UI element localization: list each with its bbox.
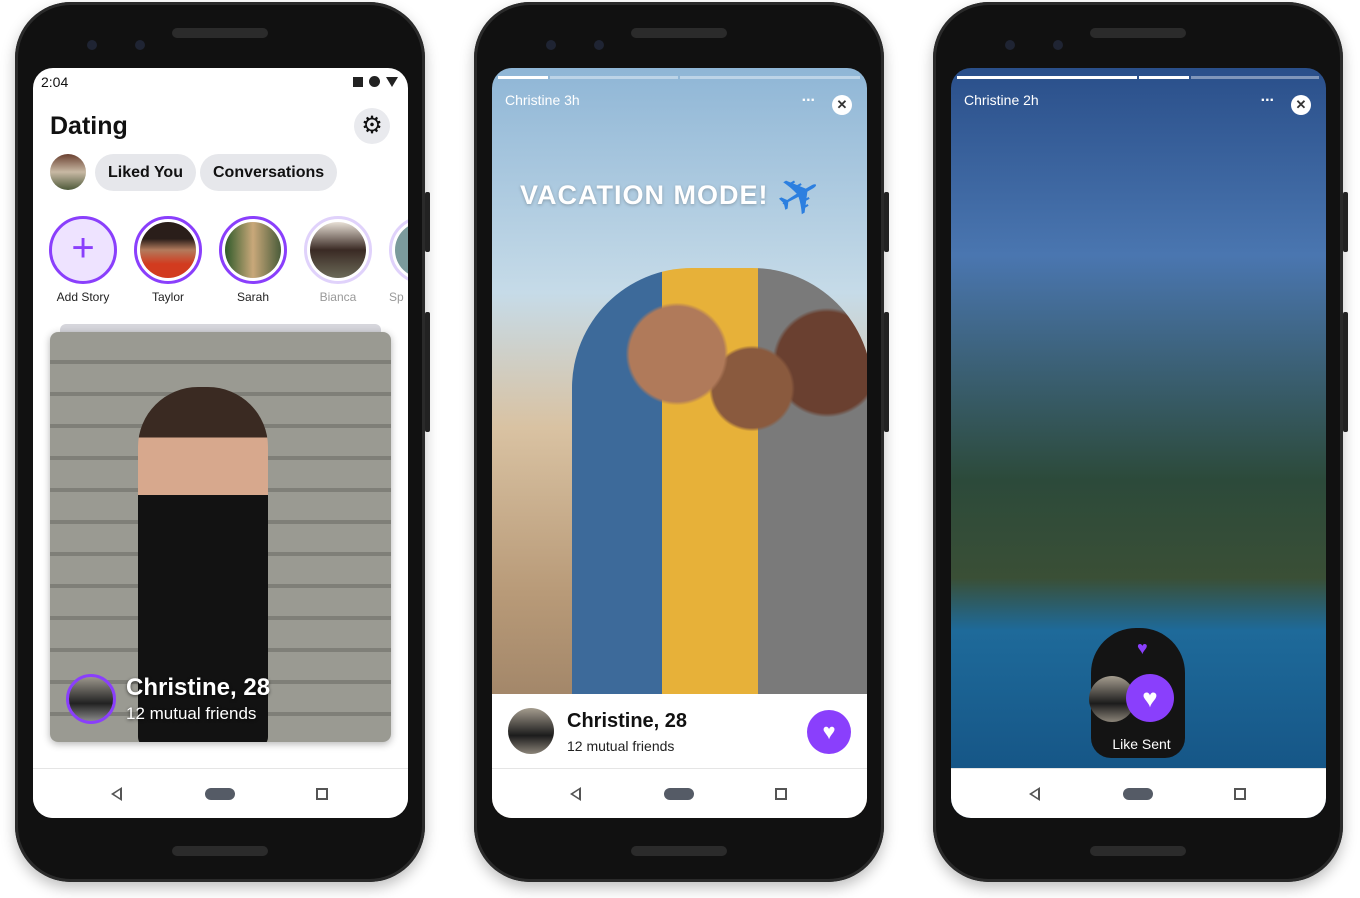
power-button: [1343, 192, 1348, 252]
more-icon[interactable]: ...: [1261, 88, 1274, 106]
home-icon[interactable]: [1123, 788, 1153, 800]
tab-conversations[interactable]: Conversations: [200, 154, 338, 191]
nav-bar: [951, 768, 1326, 818]
sensor: [546, 40, 556, 50]
volume-button: [1343, 312, 1348, 432]
avatar: [310, 222, 366, 278]
phone-dating-home: 2:04 Dating ⚙ Liked You Conversations + …: [15, 2, 430, 882]
profile-bar[interactable]: Christine, 28 12 mutual friends ♥: [492, 694, 867, 768]
power-button: [884, 192, 889, 252]
gear-icon[interactable]: ⚙: [354, 108, 390, 144]
story-sarah[interactable]: Sarah: [219, 216, 287, 304]
airplane-icon: ✈: [765, 158, 835, 234]
story-progress: [957, 76, 1137, 79]
story-label: Taylor: [151, 290, 184, 304]
story-progress: [680, 76, 860, 79]
recents-icon[interactable]: [775, 788, 787, 800]
phone-story-like-sent: Christine 2h ... ✕ ♥ ♥ Like Sent: [933, 2, 1348, 882]
story-partial[interactable]: Sp: [389, 216, 408, 304]
signal-icon: [369, 76, 380, 87]
mutual-friends: 12 mutual friends: [567, 738, 675, 754]
story-label: Sp: [389, 290, 404, 304]
recents-icon[interactable]: [1234, 788, 1246, 800]
home-icon[interactable]: [664, 788, 694, 800]
story-screen: Christine 3h ... ✕ VACATION MODE! ✈ Chri…: [492, 68, 867, 818]
speaker: [1090, 28, 1186, 38]
status-icons: [353, 76, 398, 87]
story-progress: [1139, 76, 1189, 79]
speaker: [172, 846, 268, 856]
speaker: [172, 28, 268, 38]
back-icon[interactable]: [1029, 787, 1040, 801]
speaker: [631, 846, 727, 856]
card-mutual-friends: 12 mutual friends: [126, 704, 257, 723]
profile-name: Christine, 28: [567, 710, 688, 732]
plus-icon: +: [49, 216, 117, 284]
more-icon[interactable]: ...: [802, 88, 815, 106]
like-sent-toast: Like Sent: [1112, 736, 1171, 752]
story-progress: [498, 76, 548, 79]
front-camera: [1053, 40, 1063, 50]
nav-bar: [492, 768, 867, 818]
speaker: [631, 28, 727, 38]
story-author: Christine 3h: [505, 92, 580, 108]
floating-heart-icon: ♥: [1137, 638, 1148, 658]
like-button[interactable]: ♥: [807, 710, 851, 754]
wifi-icon: [386, 76, 398, 87]
avatar: [140, 222, 196, 278]
phone-story-vacation: Christine 3h ... ✕ VACATION MODE! ✈ Chri…: [474, 2, 889, 882]
profile-avatar[interactable]: [50, 154, 86, 190]
close-icon[interactable]: ✕: [1291, 95, 1311, 115]
speaker: [1090, 846, 1186, 856]
close-icon[interactable]: ✕: [832, 95, 852, 115]
screen: 2:04 Dating ⚙ Liked You Conversations + …: [33, 68, 408, 818]
nav-bar: [33, 768, 408, 818]
card-avatar: [66, 674, 116, 724]
heart-icon: ♥: [1126, 674, 1174, 722]
notification-icon: [353, 76, 363, 87]
recents-icon[interactable]: [316, 788, 328, 800]
story-label: Bianca: [319, 290, 357, 304]
story-screen: Christine 2h ... ✕ ♥ ♥ Like Sent: [951, 68, 1326, 818]
story-label: Add Story: [56, 290, 110, 304]
story-photo: [572, 268, 867, 698]
story-author: Christine 2h: [964, 92, 1039, 108]
tab-liked-you[interactable]: Liked You: [95, 154, 196, 191]
story-bianca[interactable]: Bianca: [304, 216, 372, 304]
avatar: [395, 222, 408, 278]
page-title: Dating: [50, 112, 128, 140]
power-button: [425, 192, 430, 252]
sensor: [87, 40, 97, 50]
profile-card[interactable]: Christine, 28 12 mutual friends: [50, 332, 391, 742]
avatar: [225, 222, 281, 278]
story-taylor[interactable]: Taylor: [134, 216, 202, 304]
story-progress: [550, 76, 678, 79]
volume-button: [884, 312, 889, 432]
card-name: Christine, 28: [126, 674, 271, 701]
front-camera: [135, 40, 145, 50]
add-story-button[interactable]: + Add Story: [49, 216, 117, 304]
front-camera: [594, 40, 604, 50]
story-progress: [1191, 76, 1319, 79]
sensor: [1005, 40, 1015, 50]
status-time: 2:04: [41, 74, 69, 90]
home-icon[interactable]: [205, 788, 235, 800]
volume-button: [425, 312, 430, 432]
back-icon[interactable]: [570, 787, 581, 801]
story-label: Sarah: [236, 290, 270, 304]
story-overlay-text: VACATION MODE!: [520, 180, 769, 210]
back-icon[interactable]: [111, 787, 122, 801]
avatar: [508, 708, 554, 754]
